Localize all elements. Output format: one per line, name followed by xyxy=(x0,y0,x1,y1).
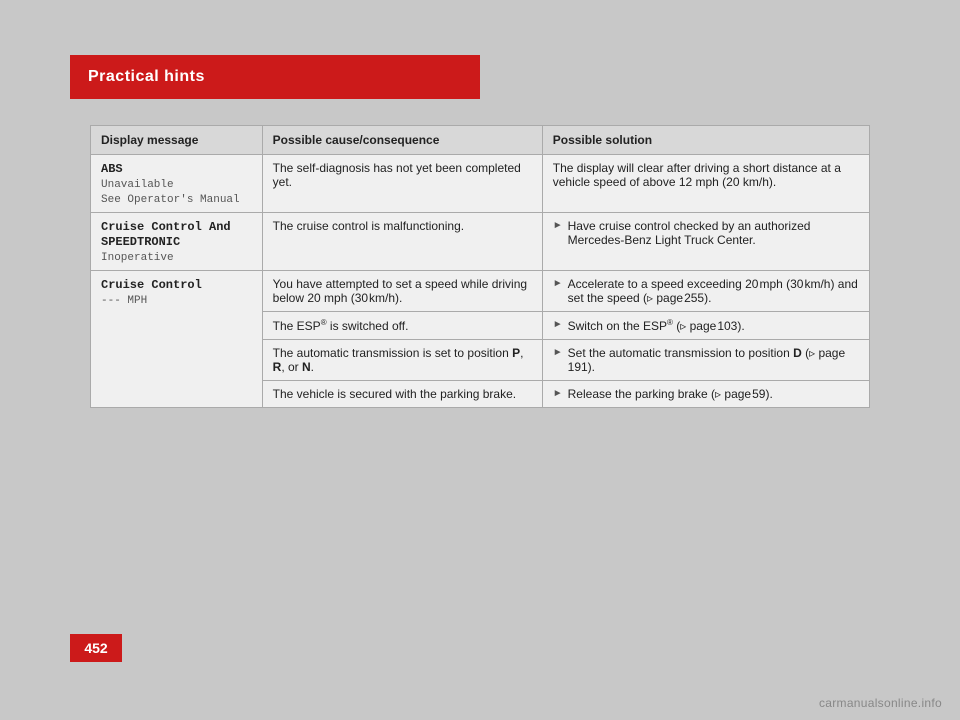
header-bar: Practical hints xyxy=(70,55,480,99)
display-message-cc-speed: Cruise Control AndSPEEDTRONIC xyxy=(101,220,231,249)
cause-row: You have attempted to set a speed while … xyxy=(263,271,542,312)
display-message-cc: Cruise Control xyxy=(101,278,202,292)
page-title: Practical hints xyxy=(88,68,205,86)
solution-abs: The display will clear after driving a s… xyxy=(542,155,869,213)
arrow-icon: ► xyxy=(553,319,563,330)
cause-row: The automatic transmission is set to pos… xyxy=(263,340,542,381)
cause-row: The ESP® is switched off. xyxy=(263,312,542,340)
col-header-cause: Possible cause/consequence xyxy=(262,126,542,155)
cause-row: The vehicle is secured with the parking … xyxy=(263,381,542,408)
cause-cc-speed: The cruise control is malfunctioning. xyxy=(262,213,542,271)
col-header-display: Display message xyxy=(91,126,262,155)
page-number: 452 xyxy=(70,634,122,662)
table-row: ABS UnavailableSee Operator's Manual The… xyxy=(91,155,869,213)
solution-cc-speed: ► Have cruise control checked by an auth… xyxy=(542,213,869,271)
table-row: Cruise Control AndSPEEDTRONIC Inoperativ… xyxy=(91,213,869,271)
col-header-solution: Possible solution xyxy=(542,126,869,155)
display-sub-abs: UnavailableSee Operator's Manual xyxy=(101,179,240,206)
arrow-icon: ► xyxy=(553,278,563,289)
watermark: carmanualsonline.info xyxy=(819,696,942,710)
table-row: Cruise Control --- MPH You have attempte… xyxy=(91,271,869,408)
cause-abs: The self-diagnosis has not yet been comp… xyxy=(262,155,542,213)
solution-row: ► Set the automatic transmission to posi… xyxy=(543,340,869,381)
display-message-abs: ABS xyxy=(101,162,123,176)
arrow-icon: ► xyxy=(553,388,563,399)
solution-row: ► Switch on the ESP® (▹ page 103). xyxy=(543,312,869,340)
arrow-icon: ► xyxy=(553,220,563,231)
display-sub-cc: --- MPH xyxy=(101,295,147,307)
content-table: Display message Possible cause/consequen… xyxy=(90,125,870,408)
release-parking-brake-text: Release the parking brake (▹ page 59). xyxy=(568,387,773,401)
solution-row: ► Accelerate to a speed exceeding 20 mph… xyxy=(543,271,869,312)
arrow-icon: ► xyxy=(553,347,563,358)
solution-row: ► Release the parking brake (▹ page 59). xyxy=(543,381,869,408)
display-sub-cc-speed: Inoperative xyxy=(101,252,174,264)
table-header-row: Display message Possible cause/consequen… xyxy=(91,126,869,155)
